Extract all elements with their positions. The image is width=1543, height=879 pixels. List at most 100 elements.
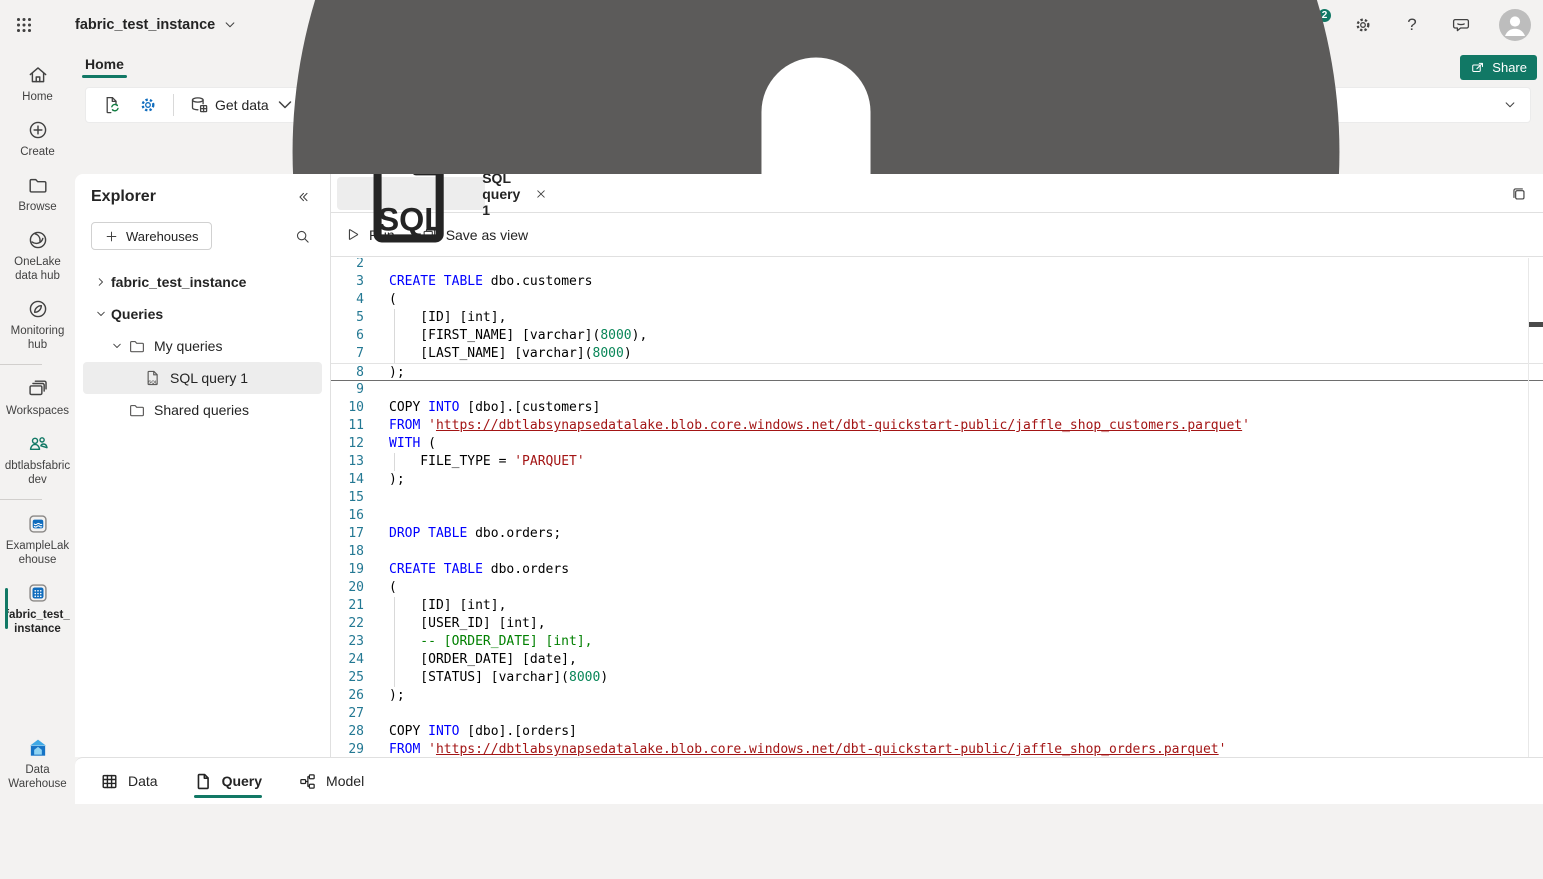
code-line-10[interactable]: 10COPY INTO [dbo].[customers]: [331, 399, 1543, 417]
new-warehouse-item-button[interactable]: Warehouses: [91, 222, 212, 250]
code-text: DROP TABLE dbo.orders;: [389, 525, 1543, 543]
compass-icon: [27, 298, 49, 320]
code-line-16[interactable]: 16: [331, 507, 1543, 525]
line-number: 4: [331, 291, 389, 309]
rail-item-data-warehouse[interactable]: Data Warehouse: [0, 729, 75, 798]
tree-item-label: SQL query 1: [170, 370, 248, 386]
code-line-18[interactable]: 18: [331, 543, 1543, 561]
sql-file-icon: SQL: [349, 174, 473, 256]
line-number: 24: [331, 651, 389, 669]
main-panel: Explorer Warehouses fabric_test_instance…: [75, 174, 1543, 757]
code-line-29[interactable]: 29FROM 'https://dbtlabsynapsedatalake.bl…: [331, 741, 1543, 757]
close-tab-button[interactable]: [535, 185, 547, 203]
code-line-3[interactable]: 3CREATE TABLE dbo.customers: [331, 273, 1543, 291]
rail-item-home[interactable]: Home: [0, 56, 75, 111]
line-number: 14: [331, 471, 389, 489]
view-tab-model[interactable]: Model: [298, 758, 364, 804]
rail-item-fabric-test-instance[interactable]: fabric_test_instance: [0, 574, 75, 643]
query-tab[interactable]: SQL SQL query 1: [337, 177, 485, 210]
copy-button[interactable]: [1508, 183, 1530, 205]
code-line-5[interactable]: 5 [ID] [int],: [331, 309, 1543, 327]
people-icon: [27, 433, 49, 455]
code-line-23[interactable]: 23 -- [ORDER_DATE] [int],: [331, 633, 1543, 651]
code-line-9[interactable]: 9: [331, 381, 1543, 399]
svg-text:SQL: SQL: [148, 379, 158, 384]
code-text: CREATE TABLE dbo.customers: [389, 273, 1543, 291]
tree-item-queries[interactable]: Queries: [83, 298, 322, 330]
code-line-7[interactable]: 7 [LAST_NAME] [varchar](8000): [331, 345, 1543, 363]
rail-item-browse[interactable]: Browse: [0, 166, 75, 221]
explorer-title: Explorer: [91, 188, 156, 206]
code-text: [USER_ID] [int],: [389, 615, 1543, 633]
code-line-17[interactable]: 17DROP TABLE dbo.orders;: [331, 525, 1543, 543]
default-dataset-banner: A default Power BI dataset for faster re…: [75, 130, 1543, 174]
code-text: COPY INTO [dbo].[orders]: [389, 723, 1543, 741]
tree-item-my-queries[interactable]: My queries: [83, 330, 322, 362]
tree-item-sql-query-1[interactable]: SQL SQL query 1: [83, 362, 322, 394]
search-icon: [294, 228, 311, 245]
code-line-4[interactable]: 4(: [331, 291, 1543, 309]
tree-item-shared-queries[interactable]: Shared queries: [83, 394, 322, 426]
rail-item-onelake-data-hub[interactable]: OneLake data hub: [0, 221, 75, 290]
code-line-27[interactable]: 27: [331, 705, 1543, 723]
code-line-6[interactable]: 6 [FIRST_NAME] [varchar](8000),: [331, 327, 1543, 345]
rail-item-workspaces[interactable]: Workspaces: [0, 370, 75, 425]
collapse-chevron[interactable]: [107, 336, 127, 356]
view-tab-label: Query: [222, 773, 262, 789]
rail-item-create[interactable]: Create: [0, 111, 75, 166]
tree-item-fabric-test-instance[interactable]: fabric_test_instance: [83, 266, 322, 298]
sql-code-editor[interactable]: 23CREATE TABLE dbo.customers4(5 [ID] [in…: [331, 258, 1543, 757]
line-number: 12: [331, 435, 389, 453]
code-line-11[interactable]: 11FROM 'https://dbtlabsynapsedatalake.bl…: [331, 417, 1543, 435]
view-tab-query[interactable]: Query: [194, 758, 262, 804]
line-number: 9: [331, 381, 389, 399]
model-icon: [298, 772, 317, 791]
rail-item-monitoring-hub[interactable]: Monitoring hub: [0, 290, 75, 359]
rail-item-label: Home: [22, 90, 53, 104]
code-line-25[interactable]: 25 [STATUS] [varchar](8000): [331, 669, 1543, 687]
line-number: 2: [331, 258, 389, 273]
code-line-13[interactable]: 13 FILE_TYPE = 'PARQUET': [331, 453, 1543, 471]
explorer-search-button[interactable]: [290, 224, 314, 248]
code-text: [389, 381, 1543, 399]
collapse-chevron[interactable]: [91, 304, 111, 324]
rail-item-examplelakehouse[interactable]: ExampleLakehouse: [0, 505, 75, 574]
explorer-panel: Explorer Warehouses fabric_test_instance…: [75, 174, 331, 757]
code-line-14[interactable]: 14);: [331, 471, 1543, 489]
onelake-icon: [27, 229, 49, 251]
expand-chevron[interactable]: [91, 272, 111, 292]
code-line-24[interactable]: 24 [ORDER_DATE] [date],: [331, 651, 1543, 669]
view-tab-data[interactable]: Data: [100, 758, 158, 804]
app-launcher-button[interactable]: [0, 0, 48, 50]
code-line-8[interactable]: 8);: [331, 363, 1543, 381]
line-number: 29: [331, 741, 389, 757]
svg-text:SQL: SQL: [378, 202, 444, 238]
code-line-21[interactable]: 21 [ID] [int],: [331, 597, 1543, 615]
code-line-12[interactable]: 12WITH (: [331, 435, 1543, 453]
code-text: FROM 'https://dbtlabsynapsedatalake.blob…: [389, 741, 1543, 757]
code-line-22[interactable]: 22 [USER_ID] [int],: [331, 615, 1543, 633]
line-number: 8: [331, 364, 389, 380]
chevron-down-icon: [111, 340, 123, 352]
table-grid-icon: [100, 772, 119, 791]
home-icon: [27, 64, 49, 86]
rail-item-dbtlabsfabricdev[interactable]: dbtlabsfabricdev: [0, 425, 75, 494]
code-text: );: [389, 687, 1543, 705]
code-line-19[interactable]: 19CREATE TABLE dbo.orders: [331, 561, 1543, 579]
code-line-2[interactable]: 2: [331, 258, 1543, 273]
code-text: CREATE TABLE dbo.orders: [389, 561, 1543, 579]
code-line-26[interactable]: 26);: [331, 687, 1543, 705]
chevron-right-sm-icon: [95, 276, 107, 288]
code-line-20[interactable]: 20(: [331, 579, 1543, 597]
folder-icon: [128, 401, 146, 419]
left-nav-rail: Home CreateBrowseOneLake data hubMonitori…: [0, 50, 75, 804]
view-switcher-bar: Data Query Model: [75, 757, 1543, 804]
folder-icon: [128, 337, 146, 355]
line-number: 23: [331, 633, 389, 651]
collapse-explorer-button[interactable]: [292, 186, 314, 208]
code-line-28[interactable]: 28COPY INTO [dbo].[orders]: [331, 723, 1543, 741]
line-number: 19: [331, 561, 389, 579]
code-text: [389, 705, 1543, 723]
folder-icon: [27, 174, 49, 196]
code-line-15[interactable]: 15: [331, 489, 1543, 507]
